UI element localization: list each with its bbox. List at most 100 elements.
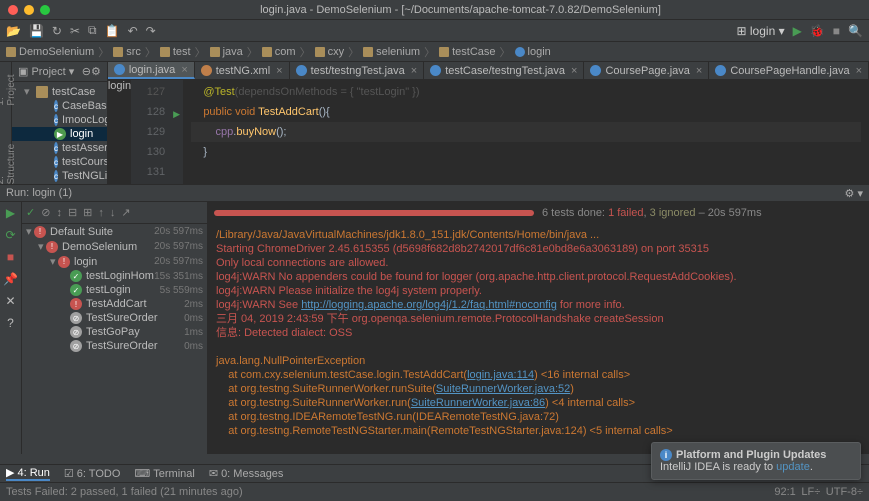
editor-tab[interactable]: CoursePageHandle.java×: [709, 62, 869, 79]
project-view-selector[interactable]: ▣ Project ▾: [18, 65, 74, 78]
close-tab-icon[interactable]: ×: [696, 65, 702, 77]
run-tool-button[interactable]: ▶ 4: Run: [6, 466, 50, 481]
tree-class-selected[interactable]: ▶login: [12, 127, 107, 141]
project-tab[interactable]: 1: Project: [0, 66, 17, 106]
test-tree-row[interactable]: ✓testLogin5s 559ms: [22, 283, 207, 297]
debug-icon[interactable]: 🐞: [810, 24, 825, 38]
editor-tab[interactable]: testNG.xml×: [195, 62, 290, 79]
search-icon[interactable]: 🔍: [848, 24, 863, 38]
prev-icon[interactable]: ↑: [98, 207, 104, 219]
test-tree-row[interactable]: ▾!DemoSelenium20s 597ms: [22, 239, 207, 254]
collapse-icon[interactable]: ⊖: [82, 65, 91, 78]
structure-tab[interactable]: 2: Structure: [0, 136, 17, 184]
expand-icon[interactable]: ⊟: [68, 206, 77, 219]
copy-icon[interactable]: ⧉: [88, 23, 97, 38]
window-title: login.java - DemoSelenium - [~/Documents…: [60, 4, 861, 16]
open-icon[interactable]: 📂: [6, 24, 21, 38]
editor-tabs: login.java×testNG.xml×test/testngTest.ja…: [108, 62, 869, 80]
test-progress: 6 tests done: 1 failed, 3 ignored – 20s …: [208, 202, 869, 224]
progress-bar: [214, 210, 534, 216]
breadcrumb: DemoSelenium〉 src〉 test〉 java〉 com〉 cxy〉…: [0, 42, 869, 62]
editor-tab[interactable]: CoursePage.java×: [584, 62, 709, 79]
test-tree-row[interactable]: ⊘TestGoPay1ms: [22, 325, 207, 339]
stop-icon[interactable]: ■: [7, 250, 14, 264]
run-config-selector[interactable]: ⊞ login ▾: [737, 24, 785, 38]
undo-icon[interactable]: ↶: [128, 24, 138, 38]
progress-summary: 6 tests done: 1 failed, 3 ignored – 20s …: [542, 207, 762, 219]
show-ignored-icon[interactable]: ⊘: [41, 206, 50, 219]
test-tree: ✓ ⊘ ↕ ⊟ ⊞ ↑ ↓ ↗ ▾!Default Suite20s 597ms…: [22, 202, 208, 454]
pin-icon[interactable]: 📌: [3, 272, 18, 286]
sort-icon[interactable]: ↕: [56, 207, 62, 219]
close-tab-icon[interactable]: ×: [856, 65, 862, 77]
test-tree-row[interactable]: ⊘TestSureOrder0ms: [22, 339, 207, 353]
gear-icon[interactable]: ⚙: [91, 65, 101, 78]
bc-item[interactable]: login: [515, 46, 551, 58]
code[interactable]: @Test(dependsOnMethods = { "testLogin" }…: [183, 80, 869, 184]
close-icon[interactable]: ✕: [5, 294, 15, 308]
cut-icon[interactable]: ✂: [70, 24, 80, 38]
close-tab-icon[interactable]: ×: [411, 65, 417, 77]
tree-class[interactable]: ctestCourseList: [12, 155, 107, 169]
show-passed-icon[interactable]: ✓: [26, 206, 35, 219]
code-area[interactable]: login 127 128 129 130 131 ▶ @Test(depend…: [108, 80, 869, 184]
editor-tab[interactable]: testCase/testngTest.java×: [424, 62, 584, 79]
test-tree-row[interactable]: ⊘TestSureOrder0ms: [22, 311, 207, 325]
bc-item[interactable]: java: [210, 46, 243, 58]
maximize-window-button[interactable]: [40, 5, 50, 15]
tree-class[interactable]: cImoocLogin: [12, 113, 107, 127]
window-controls: [8, 5, 50, 15]
editor-tab[interactable]: test/testngTest.java×: [290, 62, 425, 79]
bc-item[interactable]: src: [113, 46, 141, 58]
test-tree-row[interactable]: !TestAddCart2ms: [22, 297, 207, 311]
bc-item[interactable]: com: [262, 46, 296, 58]
run-side-toolbar: ▶ ⟳ ■ 📌 ✕ ?: [0, 202, 22, 454]
status-message: Tests Failed: 2 passed, 1 failed (21 min…: [6, 486, 243, 498]
help-icon[interactable]: ?: [7, 316, 14, 330]
run-tool-header: Run: login (1) ⚙ ▾: [0, 184, 869, 202]
caret-position[interactable]: 92:1: [774, 486, 795, 498]
refresh-icon[interactable]: ↻: [52, 24, 62, 38]
tree-class[interactable]: cTestNGListenerScr: [12, 169, 107, 183]
terminal-tool-button[interactable]: ⌨ Terminal: [134, 467, 194, 480]
left-toolwindow-bar: 1: Project 2: Structure: [0, 62, 12, 184]
line-separator[interactable]: LF÷: [801, 486, 820, 498]
collapse-icon[interactable]: ⊞: [83, 206, 92, 219]
close-window-button[interactable]: [8, 5, 18, 15]
run-icon[interactable]: ▶: [793, 24, 802, 38]
editor-tab[interactable]: login.java×: [108, 62, 195, 79]
stop-icon[interactable]: ■: [833, 24, 840, 38]
tree-package[interactable]: ▾testCase: [12, 84, 107, 99]
gear-icon[interactable]: ⚙ ▾: [845, 187, 863, 200]
bc-item[interactable]: test: [160, 46, 191, 58]
test-tree-row[interactable]: ▾!login20s 597ms: [22, 254, 207, 269]
rerun-icon[interactable]: ▶: [6, 206, 15, 220]
bc-item[interactable]: cxy: [315, 46, 345, 58]
export-icon[interactable]: ↗: [121, 206, 130, 219]
todo-tool-button[interactable]: ☑ 6: TODO: [64, 467, 120, 480]
update-link[interactable]: update: [776, 461, 810, 473]
redo-icon[interactable]: ↷: [146, 24, 156, 38]
tree-class[interactable]: ▶testngTest: [12, 183, 107, 184]
bc-item[interactable]: testCase: [439, 46, 495, 58]
notification-balloon[interactable]: Platform and Plugin Updates IntelliJ IDE…: [651, 442, 861, 480]
tree-class[interactable]: cCaseBase: [12, 99, 107, 113]
test-tree-tools: ✓ ⊘ ↕ ⊟ ⊞ ↑ ↓ ↗: [22, 202, 207, 224]
test-tree-row[interactable]: ▾!Default Suite20s 597ms: [22, 224, 207, 239]
close-tab-icon[interactable]: ×: [571, 65, 577, 77]
tree-class[interactable]: ctestAssert: [12, 141, 107, 155]
encoding[interactable]: UTF-8÷: [826, 486, 863, 498]
bc-item[interactable]: selenium: [363, 46, 420, 58]
close-tab-icon[interactable]: ×: [181, 64, 187, 76]
next-icon[interactable]: ↓: [110, 207, 116, 219]
test-tree-row[interactable]: ✓testLoginHom15s 351ms: [22, 269, 207, 283]
close-tab-icon[interactable]: ×: [276, 65, 282, 77]
console-output[interactable]: /Library/Java/JavaVirtualMachines/jdk1.8…: [208, 224, 869, 454]
minimize-window-button[interactable]: [24, 5, 34, 15]
save-icon[interactable]: 💾: [29, 24, 44, 38]
run-gutter-icon[interactable]: ▶: [173, 104, 180, 124]
messages-tool-button[interactable]: ✉ 0: Messages: [209, 467, 284, 480]
bc-item[interactable]: DemoSelenium: [6, 46, 94, 58]
paste-icon[interactable]: 📋: [105, 24, 120, 38]
rerun-failed-icon[interactable]: ⟳: [5, 228, 15, 242]
